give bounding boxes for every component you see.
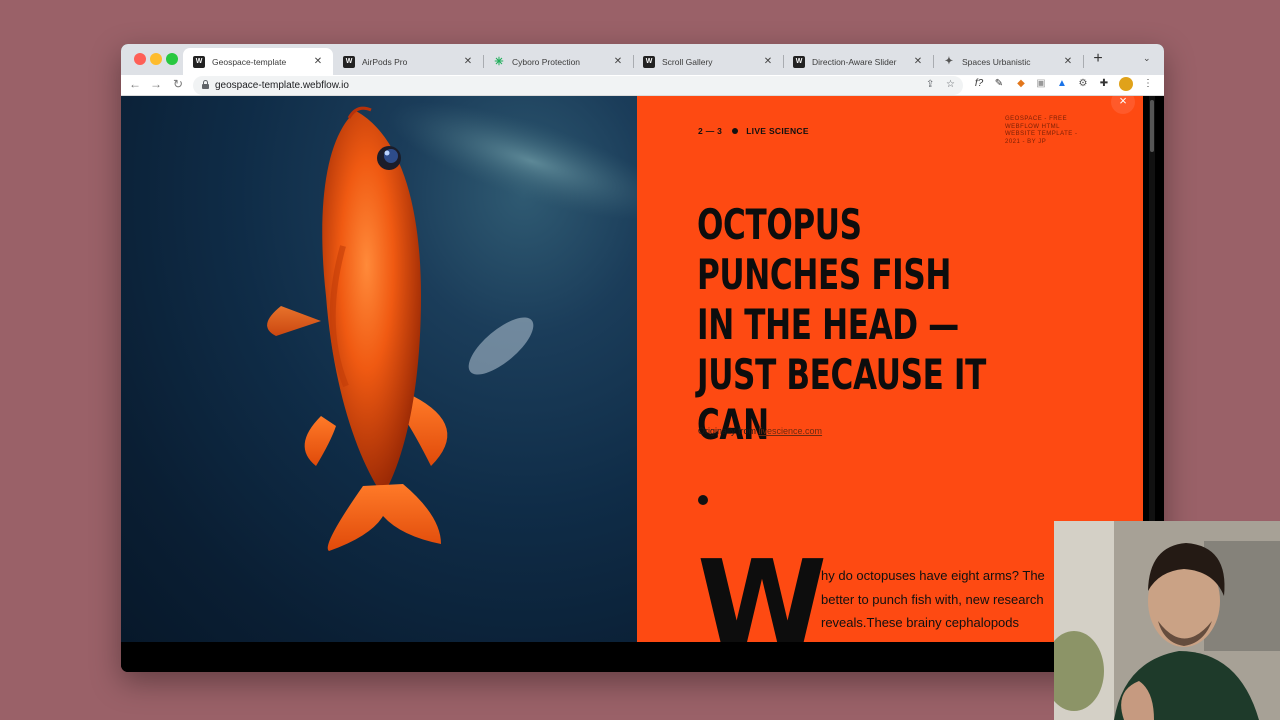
webflow-favicon-icon: W: [643, 55, 655, 68]
settings-extension-icon[interactable]: ⚙: [1076, 78, 1090, 89]
tab-separator: [1083, 55, 1084, 68]
address-bar[interactable]: geospace-template.webflow.io ⇪ ☆: [193, 76, 963, 95]
scrollbar-thumb[interactable]: [1150, 100, 1154, 152]
url-text[interactable]: geospace-template.webflow.io: [215, 80, 349, 91]
tab-label: Spaces Urbanistic: [962, 56, 1031, 67]
kebab-menu-icon[interactable]: ⋮: [1141, 78, 1155, 89]
tab-bar: W Geospace-template ✕ W AirPods Pro ✕ ✳ …: [121, 44, 1164, 75]
tab-geospace-template[interactable]: W Geospace-template ✕: [183, 48, 333, 75]
close-window-button[interactable]: [134, 53, 146, 65]
webflow-favicon-icon: W: [193, 55, 205, 68]
source-line: Originally from livescience.com: [698, 426, 822, 436]
font-extension-icon[interactable]: f?: [972, 78, 986, 89]
article-body: hy do octopuses have eight arms? The bet…: [821, 568, 1045, 630]
forward-icon[interactable]: →: [148, 77, 164, 91]
source-prefix: Originally from: [698, 426, 757, 436]
profile-avatar[interactable]: [1119, 77, 1133, 91]
tab-cyboro-protection[interactable]: ✳ Cyboro Protection ✕: [483, 48, 633, 75]
kicker-dot-icon: [732, 128, 739, 134]
tab-close-icon[interactable]: ✕: [1062, 56, 1074, 67]
cyboro-favicon-icon: ✳: [494, 56, 504, 68]
tab-close-icon[interactable]: ✕: [762, 56, 774, 67]
kicker-source: LIVE SCIENCE: [746, 126, 809, 136]
bookmark-star-icon[interactable]: ☆: [946, 79, 955, 90]
tab-close-icon[interactable]: ✕: [312, 56, 324, 67]
tab-close-icon[interactable]: ✕: [912, 56, 924, 67]
webcam-overlay: [1054, 521, 1280, 720]
fish-photo: [121, 96, 637, 642]
drop-cap: W: [697, 534, 828, 642]
tab-direction-aware-slider[interactable]: W Direction-Aware Slider ✕: [783, 48, 933, 75]
kicker: 2 — 3 LIVE SCIENCE: [698, 126, 809, 136]
maximize-window-button[interactable]: [166, 53, 178, 65]
browser-toolbar: ← → ↻ geospace-template.webflow.io ⇪ ☆ f…: [121, 75, 1164, 96]
tab-scroll-gallery[interactable]: W Scroll Gallery ✕: [633, 48, 783, 75]
slide-counter: 2 — 3: [698, 126, 723, 136]
tab-label: Direction-Aware Slider: [812, 56, 897, 67]
tab-label: Cyboro Protection: [512, 56, 581, 67]
template-credit: GEOSPACE - FREE WEBFLOW HTML WEBSITE TEM…: [1005, 116, 1078, 145]
section-dot-icon: [698, 495, 708, 505]
tab-airpods-pro[interactable]: W AirPods Pro ✕: [333, 48, 483, 75]
drive-extension-icon[interactable]: ▲: [1055, 78, 1069, 89]
source-link[interactable]: livescience.com: [759, 426, 823, 436]
lock-icon: [202, 80, 209, 89]
tab-label: Scroll Gallery: [662, 56, 713, 67]
tab-close-icon[interactable]: ✕: [612, 56, 624, 67]
webflow-favicon-icon: W: [343, 55, 355, 68]
minimize-window-button[interactable]: [150, 53, 162, 65]
back-icon[interactable]: ←: [127, 77, 143, 91]
page-viewport: 2 — 3 LIVE SCIENCE GEOSPACE - FREE WEBFL…: [121, 96, 1164, 672]
reload-icon[interactable]: ↻: [170, 77, 186, 91]
spaces-favicon-icon: ✦: [944, 56, 954, 67]
metamask-extension-icon[interactable]: ◆: [1014, 78, 1028, 89]
article-headline: OCTOPUS PUNCHES FISH IN THE HEAD —JUST B…: [697, 200, 986, 449]
extension-icon[interactable]: ▣: [1034, 78, 1048, 89]
browser-window: W Geospace-template ✕ W AirPods Pro ✕ ✳ …: [121, 44, 1164, 672]
new-tab-button[interactable]: +: [1089, 50, 1107, 68]
tab-spaces-urbanistic[interactable]: ✦ Spaces Urbanistic ✕: [933, 48, 1083, 75]
eyedropper-extension-icon[interactable]: ✎: [992, 78, 1006, 89]
tab-label: Geospace-template: [212, 56, 287, 67]
tab-close-icon[interactable]: ✕: [462, 56, 474, 67]
extensions-puzzle-icon[interactable]: ✚: [1097, 78, 1111, 89]
webflow-favicon-icon: W: [793, 55, 805, 68]
share-icon[interactable]: ⇪: [926, 79, 934, 90]
tab-label: AirPods Pro: [362, 56, 408, 67]
tab-search-icon[interactable]: ⌄: [1143, 53, 1151, 64]
